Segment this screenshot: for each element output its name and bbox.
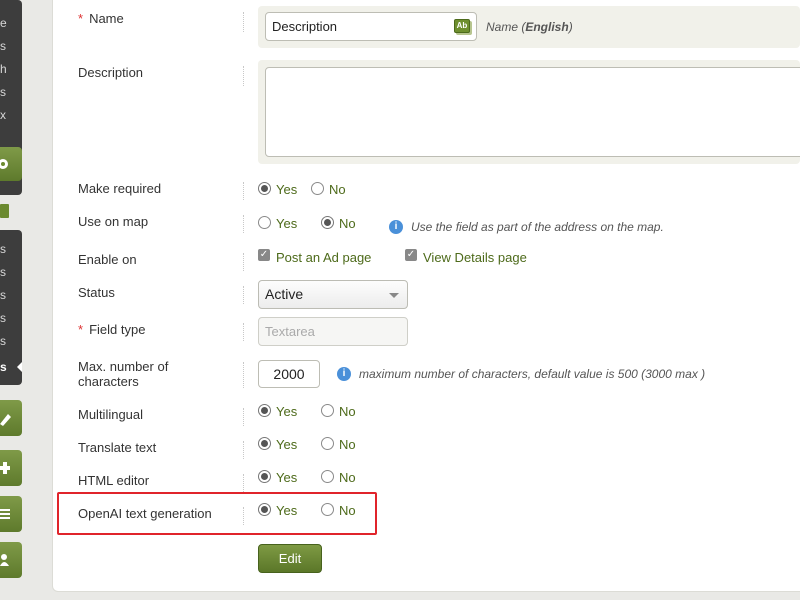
highlight-box <box>57 492 377 535</box>
sidebar-item-8[interactable]: s <box>0 288 14 302</box>
use-on-map-yes-label[interactable]: Yes <box>276 216 297 232</box>
divider <box>243 362 244 388</box>
description-textarea[interactable] <box>265 67 800 157</box>
sidebar-button-edit[interactable] <box>0 400 22 436</box>
max-chars-input[interactable]: 2000 <box>258 360 320 388</box>
divider <box>243 66 244 86</box>
info-icon: i <box>389 220 403 234</box>
hint-language: English <box>525 20 569 34</box>
html-editor-yes-radio[interactable] <box>258 470 271 483</box>
make-required-no-radio[interactable] <box>311 182 324 195</box>
max-chars-label-line1: Max. number of <box>78 359 169 374</box>
sidebar-button-list[interactable] <box>0 496 22 532</box>
multilingual-label: Multilingual <box>78 407 144 422</box>
translate-text-no-radio[interactable] <box>321 437 334 450</box>
multilingual-no-radio[interactable] <box>321 404 334 417</box>
use-on-map-yes-radio[interactable] <box>258 216 271 229</box>
sidebar-button-users[interactable] <box>0 542 22 578</box>
use-on-map-label: Use on map <box>78 214 149 229</box>
divider <box>243 12 244 32</box>
divider <box>243 215 244 233</box>
sidebar-item-10[interactable]: s <box>0 334 14 348</box>
name-label-text: Name <box>89 11 124 26</box>
sidebar-button-add[interactable] <box>0 450 22 486</box>
divider <box>243 323 244 341</box>
divider <box>243 253 244 271</box>
html-editor-no-radio[interactable] <box>321 470 334 483</box>
name-input[interactable]: Description <box>265 12 477 41</box>
edit-button[interactable]: Edit <box>258 544 322 573</box>
sidebar-item-7[interactable]: s <box>0 265 14 279</box>
description-label: Description <box>78 65 144 80</box>
post-ad-page-checkbox[interactable]: ✓ <box>258 249 270 261</box>
divider <box>243 441 244 459</box>
use-on-map-no-label[interactable]: No <box>339 216 356 232</box>
html-editor-label: HTML editor <box>78 473 150 488</box>
sidebar-item-6[interactable]: s <box>0 242 14 256</box>
list-icon <box>0 509 10 519</box>
make-required-no-label[interactable]: No <box>329 182 346 198</box>
sidebar-item-5[interactable]: x <box>0 108 14 122</box>
max-chars-label-line2: characters <box>78 374 139 389</box>
divider <box>243 286 244 304</box>
field-type-label-text: Field type <box>89 322 146 337</box>
divider <box>243 408 244 426</box>
view-details-page-checkbox[interactable]: ✓ <box>405 249 417 261</box>
sidebar-item-2[interactable]: s <box>0 39 14 53</box>
use-on-map-hint: Use the field as part of the address on … <box>411 220 664 234</box>
hint-suffix: ) <box>568 20 573 34</box>
sidebar-item-active[interactable]: s <box>0 360 14 374</box>
pencil-icon <box>0 414 11 426</box>
enable-on-label: Enable on <box>78 252 137 267</box>
sidebar-item-3[interactable]: h <box>0 62 14 76</box>
make-required-yes-label[interactable]: Yes <box>276 182 297 198</box>
hint-prefix: Name ( <box>486 20 526 34</box>
info-icon: i <box>337 367 351 381</box>
sidebar-button-settings[interactable] <box>0 147 22 181</box>
multilingual-yes-radio[interactable] <box>258 404 271 417</box>
plus-icon <box>0 462 10 474</box>
name-language-hint: Name (English) <box>486 20 573 34</box>
gear-icon <box>0 159 8 169</box>
status-label: Status <box>78 285 115 300</box>
sidebar-item-9[interactable]: s <box>0 311 14 325</box>
divider <box>243 182 244 200</box>
sidebar-item-4[interactable]: s <box>0 85 14 99</box>
field-type-input: Textarea <box>258 317 408 346</box>
sidebar-item-1[interactable]: e <box>0 16 14 30</box>
multilingual-no-label[interactable]: No <box>339 404 356 420</box>
translation-icon[interactable]: Ab <box>454 19 470 33</box>
post-ad-page-label[interactable]: Post an Ad page <box>276 250 371 266</box>
status-select[interactable]: Active <box>258 280 408 309</box>
view-details-page-label[interactable]: View Details page <box>423 250 527 266</box>
sidebar: e s h s x s s s s s s <box>0 0 22 600</box>
listing-icon[interactable] <box>0 204 9 218</box>
translate-text-no-label[interactable]: No <box>339 437 356 453</box>
translate-text-yes-radio[interactable] <box>258 437 271 450</box>
field-type-label: * Field type <box>78 322 145 338</box>
multilingual-yes-label[interactable]: Yes <box>276 404 297 420</box>
required-mark: * <box>78 11 84 26</box>
divider <box>243 474 244 492</box>
html-editor-no-label[interactable]: No <box>339 470 356 486</box>
active-pointer <box>17 362 22 372</box>
translate-text-label: Translate text <box>78 440 157 455</box>
required-mark: * <box>78 322 84 337</box>
status-select-value: Active <box>265 286 304 302</box>
html-editor-yes-label[interactable]: Yes <box>276 470 297 486</box>
make-required-label: Make required <box>78 181 162 196</box>
user-icon <box>0 554 9 566</box>
name-label: * Name <box>78 11 124 27</box>
use-on-map-no-radio[interactable] <box>321 216 334 229</box>
chevron-down-icon <box>389 293 399 298</box>
max-chars-hint: maximum number of characters, default va… <box>359 367 706 381</box>
translate-text-yes-label[interactable]: Yes <box>276 437 297 453</box>
make-required-yes-radio[interactable] <box>258 182 271 195</box>
